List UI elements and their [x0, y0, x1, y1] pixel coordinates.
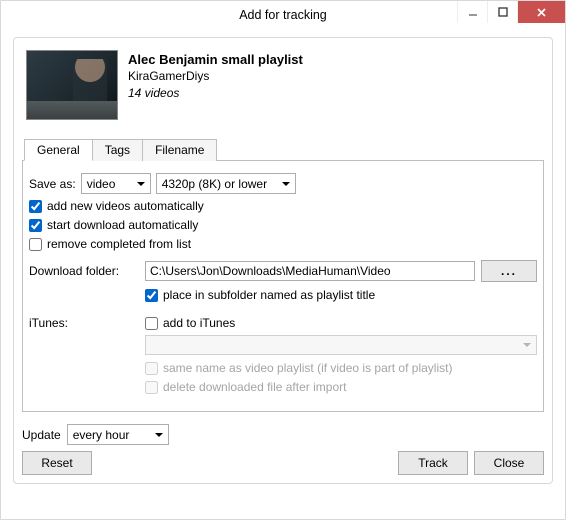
subfolder-label: place in subfolder named as playlist tit…: [163, 288, 375, 302]
download-folder-input[interactable]: [145, 261, 475, 281]
tab-general[interactable]: General: [24, 139, 93, 161]
tab-filename[interactable]: Filename: [142, 139, 217, 161]
format-select-value: video: [87, 177, 116, 191]
playlist-title: Alec Benjamin small playlist: [128, 52, 303, 67]
playlist-header: Alec Benjamin small playlist KiraGamerDi…: [22, 46, 544, 124]
download-folder-label: Download folder:: [29, 264, 139, 278]
same-name-label: same name as video playlist (if video is…: [163, 361, 452, 375]
itunes-label: iTunes:: [29, 316, 137, 330]
tab-tags[interactable]: Tags: [92, 139, 143, 161]
update-interval-select[interactable]: every hour: [67, 424, 169, 445]
same-name-checkbox: [145, 362, 158, 375]
playlist-thumbnail: [26, 50, 118, 120]
browse-button[interactable]: ...: [481, 260, 537, 282]
delete-after-import-label: delete downloaded file after import: [163, 380, 346, 394]
add-to-itunes-label: add to iTunes: [163, 316, 235, 330]
window-controls: [457, 1, 565, 23]
save-as-label: Save as:: [29, 177, 76, 191]
reset-button[interactable]: Reset: [22, 451, 92, 475]
close-dialog-button[interactable]: Close: [474, 451, 544, 475]
tab-body-general: Save as: video 4320p (8K) or lower add n…: [22, 160, 544, 412]
quality-select[interactable]: 4320p (8K) or lower: [156, 173, 296, 194]
subfolder-checkbox[interactable]: [145, 289, 158, 302]
maximize-button[interactable]: [487, 1, 517, 23]
add-to-itunes-checkbox[interactable]: [145, 317, 158, 330]
add-new-label: add new videos automatically: [47, 199, 204, 213]
itunes-playlist-select: [145, 335, 537, 355]
main-panel: Alec Benjamin small playlist KiraGamerDi…: [13, 37, 553, 484]
delete-after-import-checkbox: [145, 381, 158, 394]
close-button[interactable]: [517, 1, 565, 23]
tab-strip: General Tags Filename: [22, 138, 544, 160]
track-button[interactable]: Track: [398, 451, 468, 475]
update-label: Update: [22, 428, 61, 442]
update-interval-value: every hour: [73, 428, 130, 442]
minimize-button[interactable]: [457, 1, 487, 23]
add-new-checkbox[interactable]: [29, 200, 42, 213]
bottom-bar: Update every hour Reset Track Close: [22, 424, 544, 475]
titlebar: Add for tracking: [1, 1, 565, 29]
playlist-count: 14 videos: [128, 86, 303, 100]
remove-completed-checkbox[interactable]: [29, 238, 42, 251]
playlist-owner: KiraGamerDiys: [128, 69, 303, 83]
quality-select-value: 4320p (8K) or lower: [162, 177, 267, 191]
start-download-label: start download automatically: [47, 218, 198, 232]
start-download-checkbox[interactable]: [29, 219, 42, 232]
remove-completed-label: remove completed from list: [47, 237, 191, 251]
format-select[interactable]: video: [81, 173, 151, 194]
